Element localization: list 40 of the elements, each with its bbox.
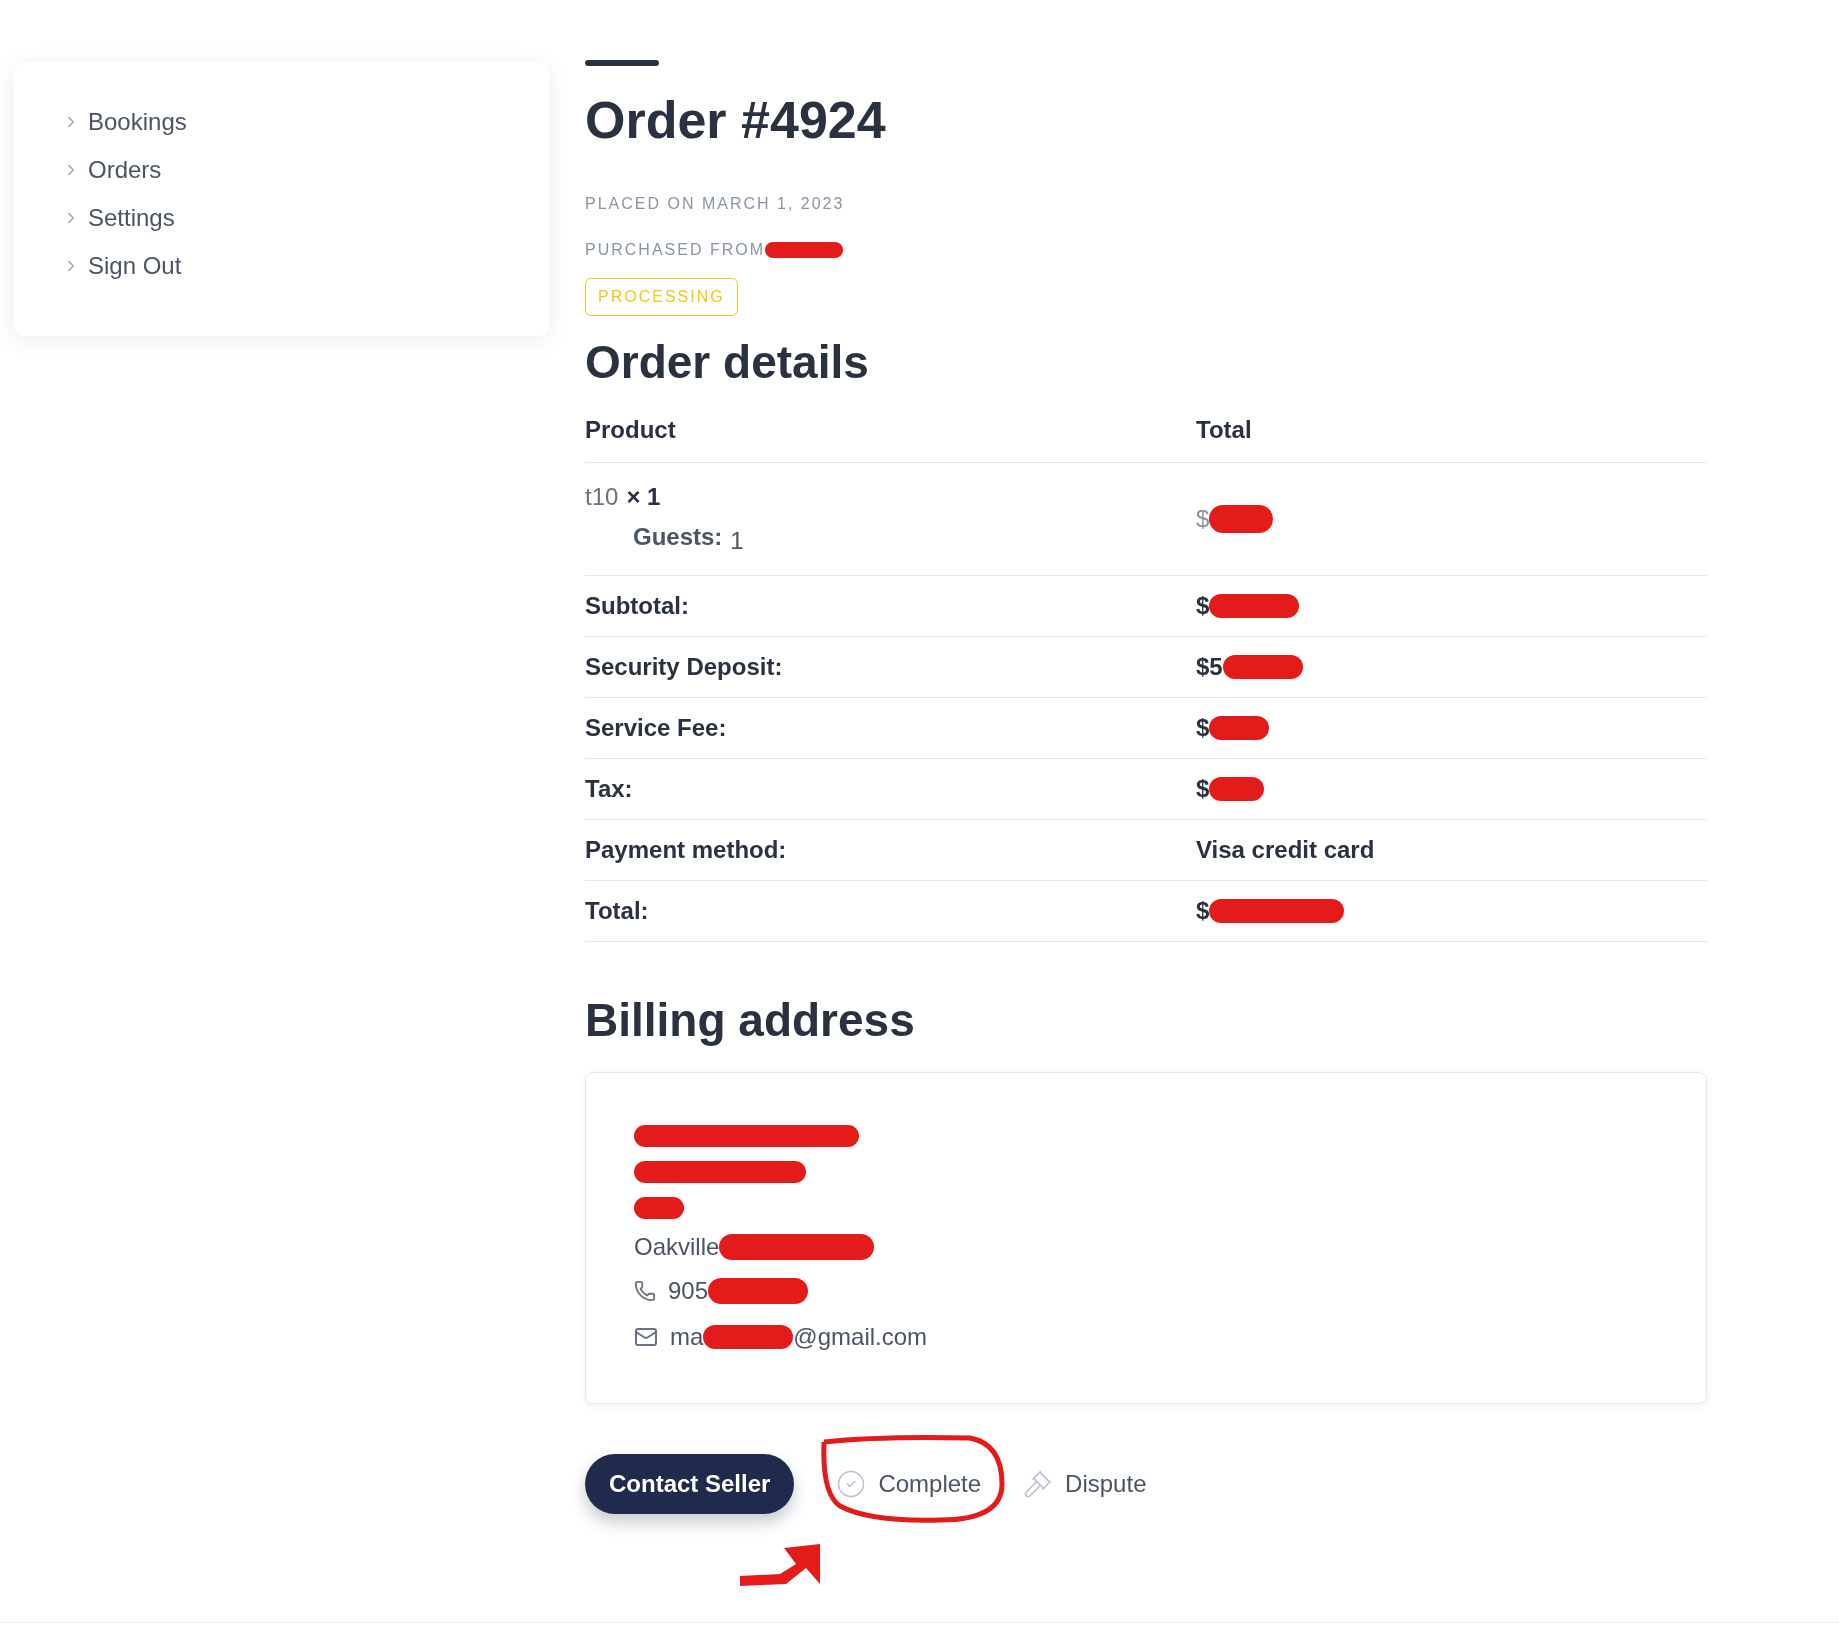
column-header: Total [1196, 415, 1252, 445]
table-cell-text: Security Deposit: [585, 652, 784, 682]
table-cell-text: Payment method: [585, 835, 788, 865]
table-cell-text: Tax: [585, 774, 634, 804]
section-heading: Billing address [585, 993, 916, 1048]
order-title: Order #4924 [585, 90, 887, 151]
product-quantity: × 1 [626, 482, 661, 512]
sidebar-link[interactable]: Orders [62, 156, 549, 184]
email-start: ma [670, 1322, 704, 1352]
column-header: Product [585, 415, 677, 445]
sidebar-link[interactable]: Sign Out [62, 252, 549, 280]
placed-date: PLACED ON MARCH 1, 2023 [585, 194, 846, 214]
table-cell-text: $ [1196, 504, 1210, 534]
table-cell-text: $5 [1196, 652, 1223, 682]
sidebar-link[interactable]: Bookings [62, 108, 549, 136]
purchased-from-label: PURCHASED FROM [585, 240, 765, 260]
address-city: Oakville [634, 1232, 720, 1262]
table-cell-text: $ [1196, 713, 1210, 743]
mail-icon [634, 1325, 658, 1349]
table-cell-text: $ [1196, 896, 1210, 926]
table-cell-text: $ [1196, 774, 1210, 804]
meta-value: 1 [730, 526, 744, 556]
phone-number: 905 [668, 1276, 709, 1306]
gavel-icon [1023, 1469, 1054, 1499]
table-cell-text: Subtotal: [585, 591, 690, 621]
contact-seller-button[interactable]: Contact Seller [585, 1454, 795, 1514]
product-name: t10 [585, 482, 619, 512]
table-cell-text: $ [1196, 591, 1210, 621]
sidebar-link[interactable]: Settings [62, 204, 549, 232]
table-cell-text: Service Fee: [585, 713, 728, 743]
section-heading: Order details [585, 335, 870, 390]
dispute-button[interactable]: Dispute [1023, 1454, 1147, 1514]
phone-icon [634, 1280, 656, 1302]
table-cell-text: Visa credit card [1196, 835, 1375, 865]
email-domain: @gmail.com [793, 1322, 928, 1352]
redaction-mark [634, 1197, 684, 1219]
meta-label: Guests: [633, 522, 723, 552]
check-circle-icon [836, 1469, 867, 1499]
status-badge: PROCESSING [585, 278, 738, 316]
table-cell-text: Total: [585, 896, 650, 926]
